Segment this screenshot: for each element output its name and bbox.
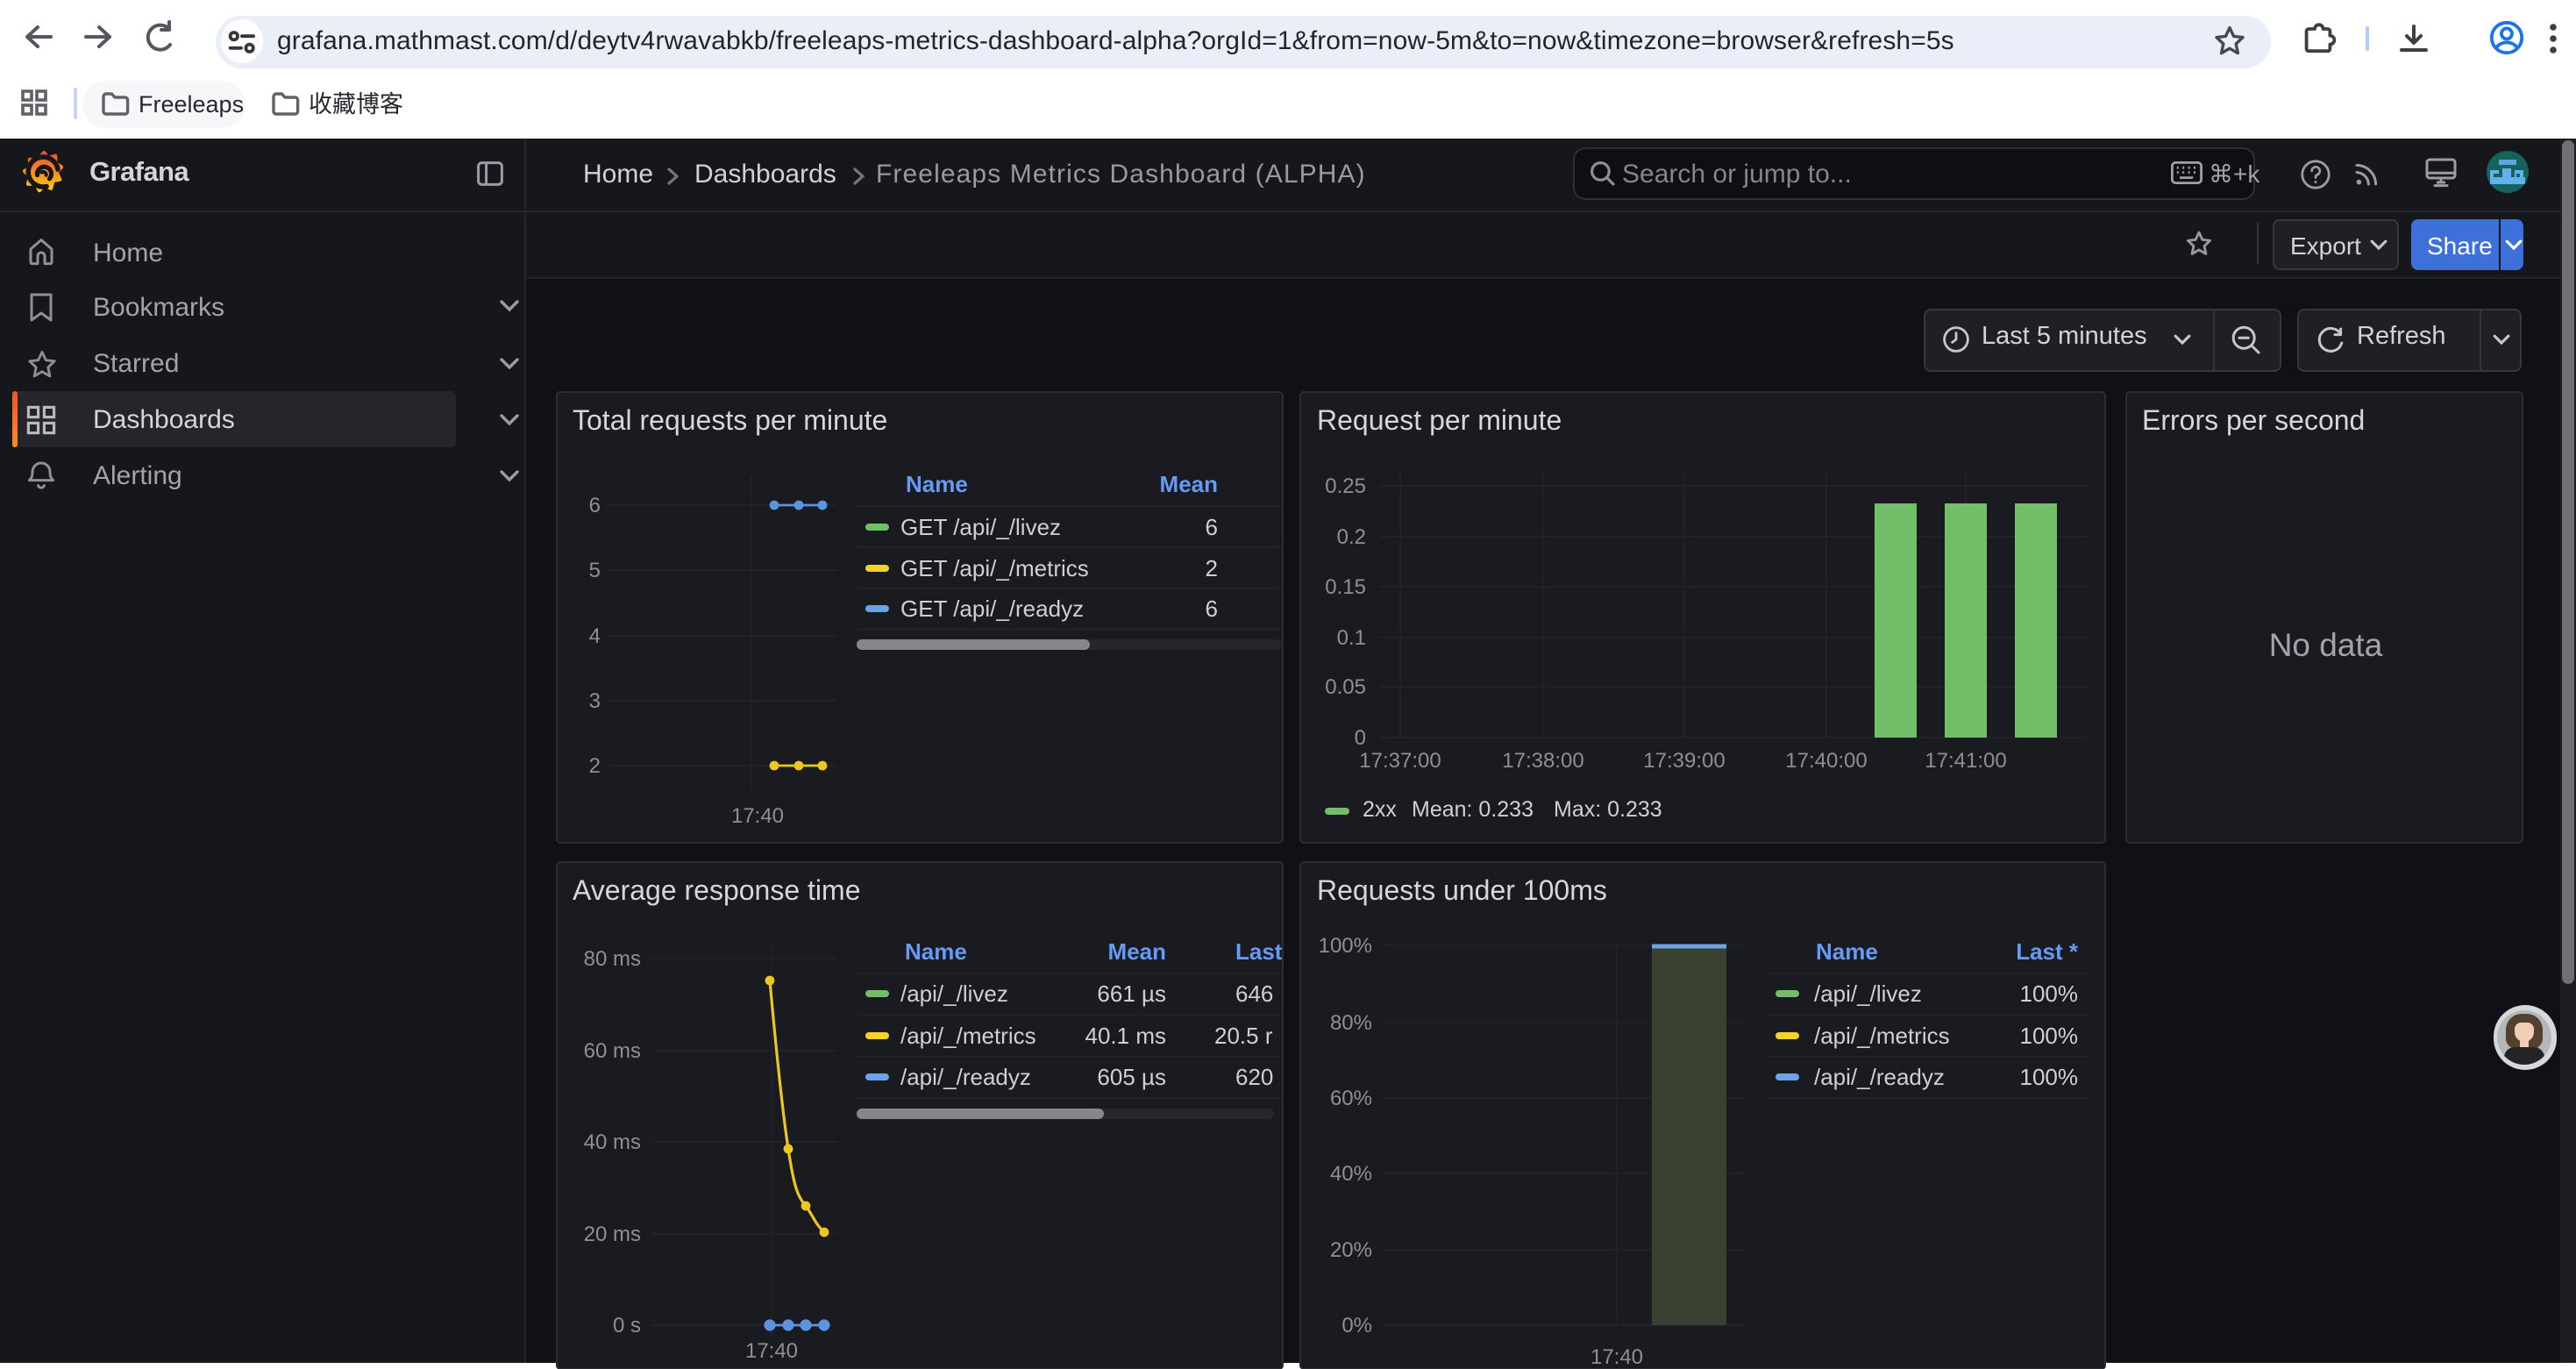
svg-text:Mean: 0.233: Mean: 0.233 bbox=[1412, 797, 1534, 822]
svg-text:Name: Name bbox=[905, 471, 967, 497]
svg-text:17:40: 17:40 bbox=[730, 804, 783, 828]
svg-text:0.2: 0.2 bbox=[1337, 525, 1366, 549]
svg-text:/api/_/livez: /api/_/livez bbox=[900, 980, 1007, 1006]
svg-text:100%: 100% bbox=[2020, 1063, 2079, 1089]
svg-text:17:41:00: 17:41:00 bbox=[1925, 749, 2006, 773]
svg-text:17:40: 17:40 bbox=[1590, 1344, 1643, 1367]
svg-text:605 µs: 605 µs bbox=[1096, 1063, 1165, 1089]
svg-text:100%: 100% bbox=[1319, 933, 1372, 957]
svg-text:40 ms: 40 ms bbox=[583, 1130, 640, 1153]
svg-text:GET /api/_/livez: GET /api/_/livez bbox=[900, 514, 1060, 540]
svg-text:17:38:00: 17:38:00 bbox=[1502, 749, 1583, 773]
svg-text:5: 5 bbox=[588, 559, 600, 582]
svg-text:/api/_/metrics: /api/_/metrics bbox=[900, 1022, 1035, 1048]
svg-text:0: 0 bbox=[1355, 726, 1366, 750]
svg-text:Name: Name bbox=[904, 938, 966, 964]
svg-text:GET /api/_/readyz: GET /api/_/readyz bbox=[900, 595, 1083, 622]
svg-text:Name: Name bbox=[1816, 938, 1878, 964]
svg-text:/api/_/readyz: /api/_/readyz bbox=[1814, 1063, 1945, 1089]
svg-text:6: 6 bbox=[588, 494, 600, 517]
svg-text:2: 2 bbox=[588, 754, 600, 778]
svg-text:60 ms: 60 ms bbox=[583, 1038, 640, 1062]
svg-text:3: 3 bbox=[588, 689, 600, 713]
svg-text:17:40:00: 17:40:00 bbox=[1785, 749, 1867, 773]
svg-text:100%: 100% bbox=[2020, 1022, 2079, 1048]
svg-text:20 ms: 20 ms bbox=[583, 1222, 640, 1245]
svg-text:0%: 0% bbox=[1341, 1313, 1372, 1337]
svg-text:20%: 20% bbox=[1330, 1237, 1372, 1261]
svg-text:2: 2 bbox=[1205, 555, 1217, 581]
svg-text:0.1: 0.1 bbox=[1337, 626, 1366, 650]
svg-text:17:39:00: 17:39:00 bbox=[1643, 749, 1725, 773]
svg-text:0.25: 0.25 bbox=[1325, 474, 1366, 498]
svg-text:Mean: Mean bbox=[1159, 471, 1217, 497]
svg-text:/api/_/readyz: /api/_/readyz bbox=[900, 1063, 1030, 1089]
svg-text:620: 620 bbox=[1235, 1063, 1272, 1089]
svg-text:80%: 80% bbox=[1330, 1010, 1372, 1034]
svg-text:4: 4 bbox=[588, 624, 600, 648]
svg-text:40.1 ms: 40.1 ms bbox=[1085, 1022, 1166, 1048]
svg-text:/api/_/livez: /api/_/livez bbox=[1814, 980, 1922, 1006]
svg-text:646: 646 bbox=[1235, 980, 1272, 1006]
svg-text:0.15: 0.15 bbox=[1325, 575, 1366, 599]
svg-text:661 µs: 661 µs bbox=[1096, 980, 1165, 1006]
svg-text:0.05: 0.05 bbox=[1325, 675, 1366, 699]
svg-text:0 s: 0 s bbox=[612, 1313, 640, 1337]
svg-text:60%: 60% bbox=[1330, 1086, 1372, 1109]
svg-text:80 ms: 80 ms bbox=[583, 946, 640, 970]
svg-text:GET /api/_/metrics: GET /api/_/metrics bbox=[900, 555, 1088, 581]
svg-text:Last *: Last * bbox=[2016, 938, 2079, 964]
svg-text:/api/_/metrics: /api/_/metrics bbox=[1814, 1022, 1950, 1048]
svg-text:6: 6 bbox=[1205, 514, 1217, 540]
svg-text:Last *: Last * bbox=[1235, 938, 1281, 964]
svg-text:Mean: Mean bbox=[1107, 938, 1165, 964]
svg-text:Max: 0.233: Max: 0.233 bbox=[1554, 797, 1662, 822]
svg-text:17:37:00: 17:37:00 bbox=[1359, 749, 1441, 773]
svg-text:17:40: 17:40 bbox=[744, 1338, 797, 1362]
svg-text:2xx: 2xx bbox=[1363, 797, 1397, 822]
svg-text:100%: 100% bbox=[2020, 980, 2079, 1006]
svg-text:20.5 r: 20.5 r bbox=[1213, 1022, 1272, 1048]
svg-text:6: 6 bbox=[1205, 595, 1217, 622]
svg-text:40%: 40% bbox=[1330, 1161, 1372, 1185]
